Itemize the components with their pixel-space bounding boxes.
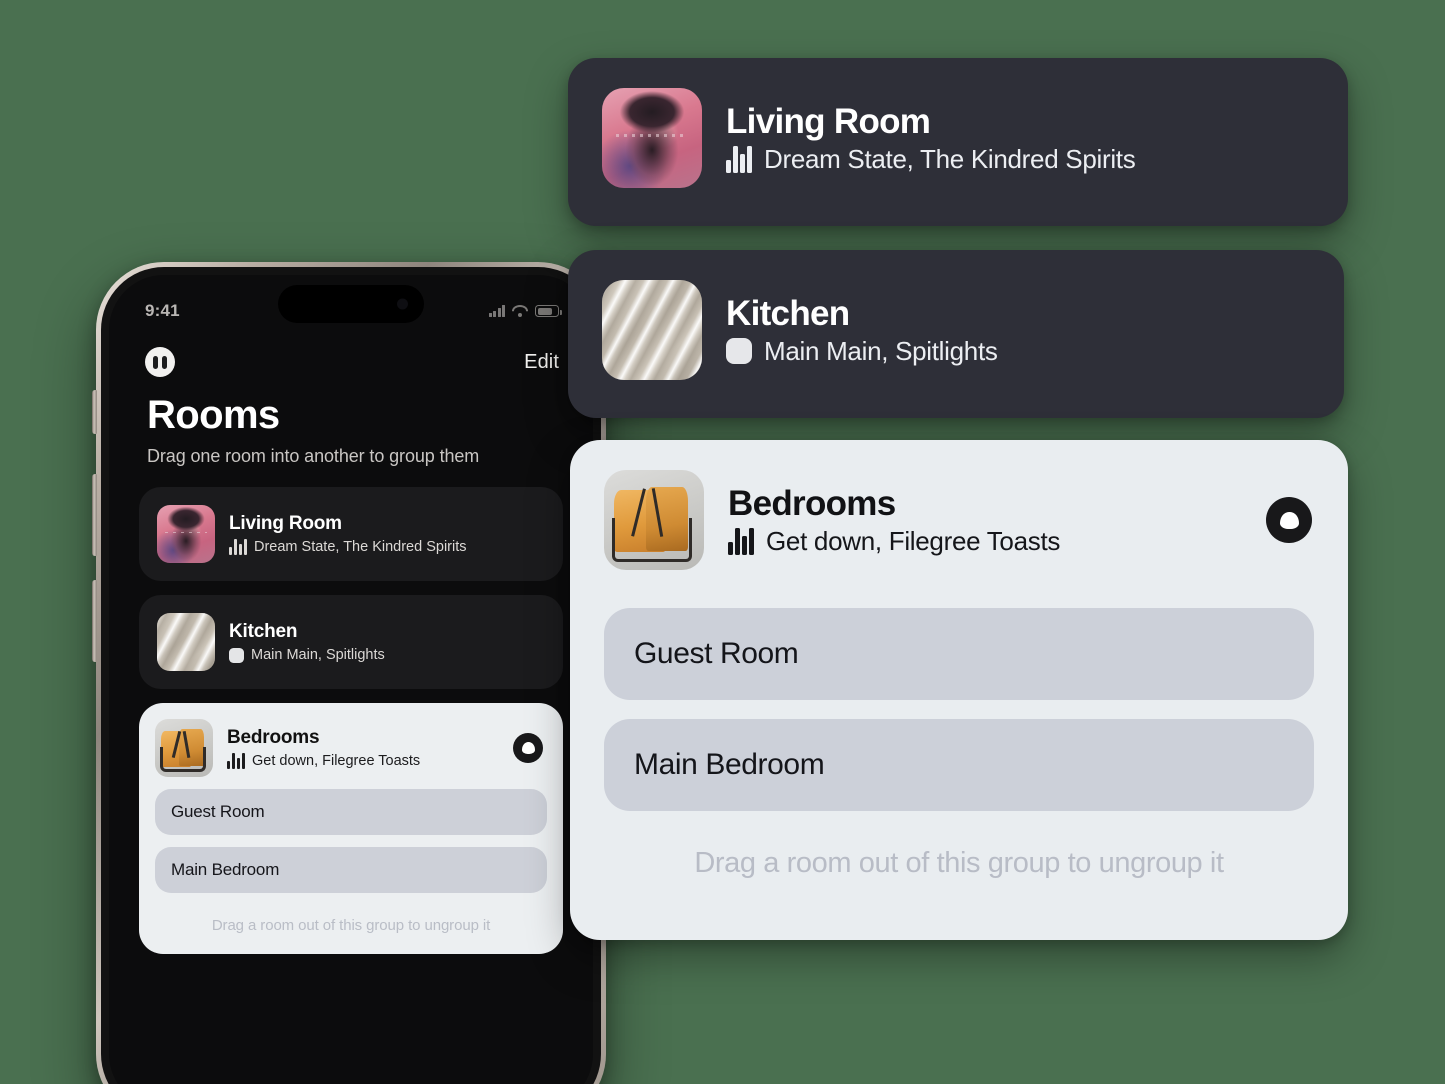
floating-card-bedrooms-group[interactable]: Bedrooms Get down, Filegree Toasts Guest…	[570, 440, 1348, 940]
card-header: Living Room Dream State, The Kindred Spi…	[568, 58, 1348, 218]
floating-card-living-room[interactable]: Living Room Dream State, The Kindred Spi…	[568, 58, 1348, 226]
group-meta: Get down, Filegree Toasts	[227, 753, 420, 769]
room-meta: Main Main, Spitlights	[229, 647, 385, 663]
rooms-list: Living Room Dream State, The Kindred Spi…	[109, 467, 593, 954]
card-meta-label: Main Main, Spitlights	[764, 336, 998, 366]
front-camera-icon	[397, 298, 408, 310]
battery-icon	[535, 305, 562, 317]
navigation-bar: Edit	[109, 333, 593, 377]
card-meta-label: Get down, Filegree Toasts	[766, 526, 1061, 556]
room-card-living-room[interactable]: Living Room Dream State, The Kindred Spi…	[139, 487, 563, 581]
card-thumbnail	[602, 280, 702, 380]
phone-volume-up-button[interactable]	[92, 474, 97, 556]
card-meta: Dream State, The Kindred Spirits	[726, 144, 1136, 174]
sub-room-item[interactable]: Main Bedroom	[604, 719, 1314, 811]
equalizer-icon	[227, 753, 245, 769]
status-bar-indicators	[488, 305, 562, 317]
phone-screen: 9:41 Edit Rooms Drag one room into anoth…	[109, 275, 593, 1084]
page-title: Rooms	[147, 393, 280, 437]
card-header: Bedrooms Get down, Filegree Toasts	[570, 440, 1348, 600]
room-meta: Dream State, The Kindred Spirits	[229, 539, 467, 555]
dynamic-island	[278, 285, 424, 323]
group-meta-label: Get down, Filegree Toasts	[252, 753, 421, 769]
equalizer-icon	[728, 527, 754, 555]
floating-card-kitchen[interactable]: Kitchen Main Main, Spitlights	[568, 250, 1344, 418]
card-title: Bedrooms	[728, 483, 896, 523]
room-meta-label: Main Main, Spitlights	[251, 647, 385, 663]
card-thumbnail	[604, 470, 704, 570]
light-indicator-icon	[726, 338, 752, 364]
card-title: Living Room	[726, 101, 931, 141]
app-logo-icon[interactable]	[145, 347, 175, 377]
status-bar-time: 9:41	[145, 301, 180, 320]
ungroup-hint: Drag a room out of this group to ungroup…	[694, 847, 1224, 879]
room-meta-label: Dream State, The Kindred Spirits	[254, 539, 467, 555]
room-thumbnail	[157, 613, 215, 671]
ungroup-hint: Drag a room out of this group to ungroup…	[211, 917, 491, 934]
room-name: Kitchen	[229, 621, 298, 642]
status-bar: 9:41	[109, 275, 593, 333]
card-header: Kitchen Main Main, Spitlights	[568, 250, 1344, 410]
group-droplet-icon[interactable]	[513, 733, 543, 763]
room-name: Living Room	[229, 513, 342, 534]
card-meta-label: Dream State, The Kindred Spirits	[764, 144, 1136, 174]
sub-room-item[interactable]: Main Bedroom	[155, 847, 547, 893]
iphone-mockup: 9:41 Edit Rooms Drag one room into anoth…	[92, 262, 610, 1084]
phone-volume-down-button[interactable]	[92, 580, 97, 662]
edit-button[interactable]: Edit	[524, 351, 559, 374]
card-meta: Get down, Filegree Toasts	[728, 526, 1061, 556]
room-group-card-bedrooms[interactable]: Bedrooms Get down, Filegree Toasts Guest…	[139, 703, 563, 954]
card-thumbnail	[602, 88, 702, 188]
phone-mute-switch[interactable]	[92, 390, 97, 434]
sub-room-item[interactable]: Guest Room	[604, 608, 1314, 700]
room-thumbnail	[157, 505, 215, 563]
card-title: Kitchen	[726, 294, 850, 333]
wifi-icon	[512, 305, 528, 317]
equalizer-icon	[726, 145, 752, 173]
group-name: Bedrooms	[227, 727, 320, 748]
equalizer-icon	[229, 539, 247, 555]
screenshot-canvas: 9:41 Edit Rooms Drag one room into anoth…	[0, 0, 1445, 1084]
room-card-kitchen[interactable]: Kitchen Main Main, Spitlights	[139, 595, 563, 689]
cellular-signal-icon	[488, 305, 505, 317]
card-meta: Main Main, Spitlights	[726, 338, 998, 364]
sub-rooms-list: Guest Room Main Bedroom	[570, 600, 1348, 811]
group-thumbnail	[155, 719, 213, 777]
page-subtitle: Drag one room into another to group them	[147, 446, 480, 466]
light-indicator-icon	[229, 647, 244, 663]
group-header: Bedrooms Get down, Filegree Toasts	[155, 719, 547, 777]
group-droplet-icon[interactable]	[1266, 497, 1312, 543]
sub-room-item[interactable]: Guest Room	[155, 789, 547, 835]
